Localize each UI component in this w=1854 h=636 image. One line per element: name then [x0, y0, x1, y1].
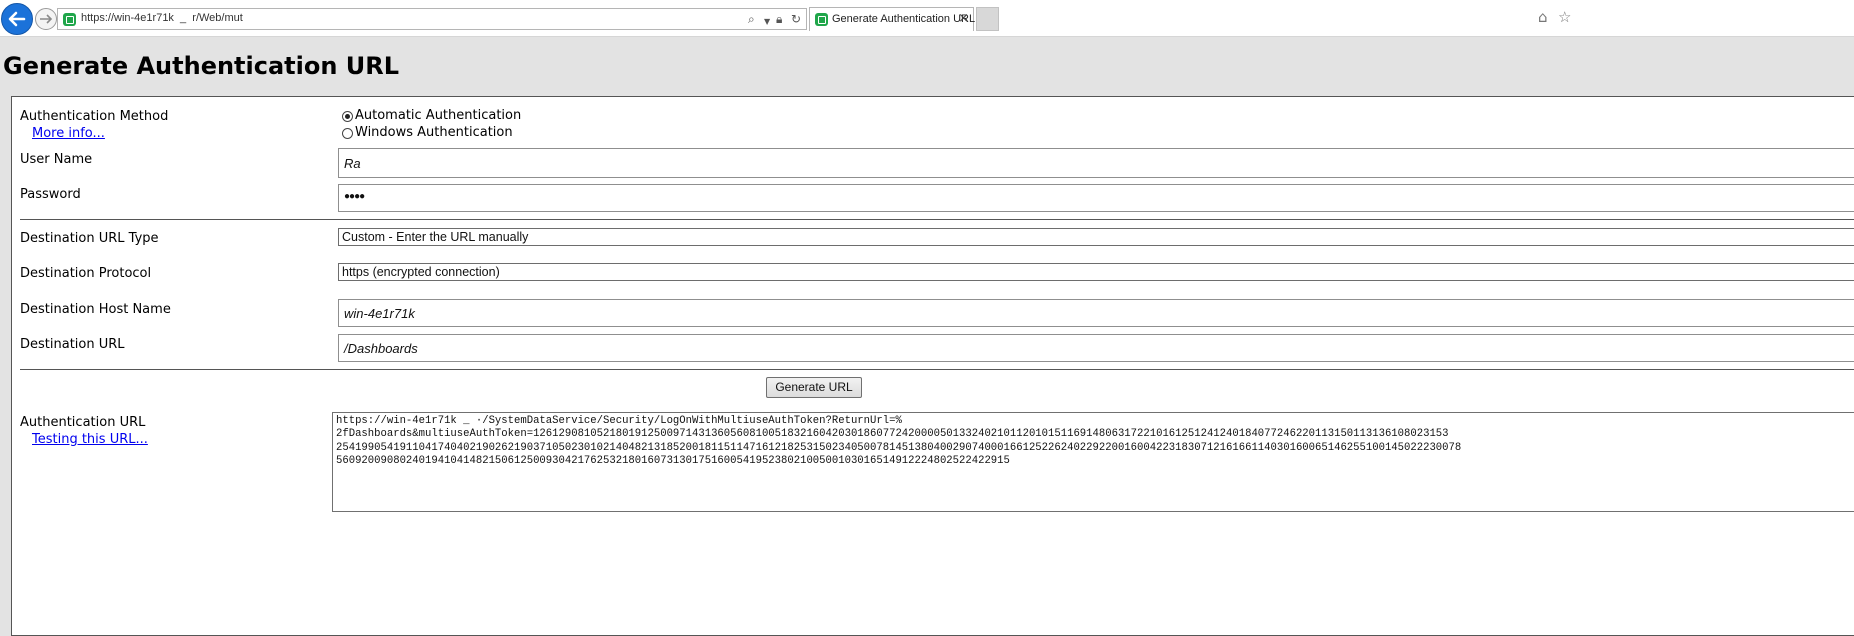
more-info-link[interactable]: More info...: [32, 126, 105, 141]
dest-host-value: win-4e1r71k: [344, 306, 415, 321]
auth-url-label: Authentication URL: [20, 415, 146, 430]
testing-url-link[interactable]: Testing this URL...: [32, 432, 148, 447]
star-icon[interactable]: ☆: [1558, 8, 1571, 26]
username-label: User Name: [20, 152, 93, 167]
back-button[interactable]: [1, 3, 33, 35]
password-value: ●●●●: [344, 191, 365, 202]
lock-icon[interactable]: 🔒︎: [776, 13, 782, 25]
address-url[interactable]: https://win-4e1r71k _ r/Web/mut: [81, 12, 243, 24]
forward-arrow-icon: [40, 14, 53, 24]
dest-protocol-label: Destination Protocol: [20, 266, 152, 281]
page-title: Generate Authentication URL: [3, 52, 400, 80]
windows-auth-label[interactable]: Windows Authentication: [355, 125, 513, 140]
back-arrow-icon: [8, 11, 26, 27]
dest-url-type-select[interactable]: Custom - Enter the URL manually: [338, 228, 1854, 246]
tab-generate-authentication-url[interactable]: Generate Authentication URL ×: [809, 7, 976, 31]
search-icon[interactable]: ⌕: [748, 13, 755, 25]
browser-toolbar: https://win-4e1r71k _ r/Web/mut ⌕ ▼ 🔒︎ ↻…: [0, 0, 1854, 37]
dest-host-field[interactable]: win-4e1r71k: [338, 299, 1854, 327]
auth-url-line: 2541990541911041740402190262190371050230…: [336, 441, 1462, 454]
home-icon[interactable]: ⌂: [1538, 8, 1548, 26]
dest-url-type-label: Destination URL Type: [20, 231, 159, 246]
dest-url-value: /Dashboards: [344, 341, 418, 356]
address-bar[interactable]: https://win-4e1r71k _ r/Web/mut ⌕ ▼ 🔒︎ ↻: [57, 8, 807, 30]
site-favicon-icon: [63, 13, 76, 26]
username-value: Ra: [344, 156, 361, 171]
auth-url-line: https://win-4e1r71k _ ·/SystemDataServic…: [336, 415, 902, 427]
new-tab-button[interactable]: [976, 7, 999, 31]
automatic-auth-radio[interactable]: [342, 111, 353, 122]
auth-url-value: https://win-4e1r71k _ ·/SystemDataServic…: [336, 415, 1854, 468]
auth-url-line: 2fDashboards&multiuseAuthToken=126129081…: [336, 428, 1449, 441]
close-icon[interactable]: ×: [958, 11, 969, 26]
divider: [20, 369, 1854, 370]
windows-auth-radio[interactable]: [342, 128, 353, 139]
dest-protocol-value: https (encrypted connection): [342, 265, 500, 279]
dest-url-type-value: Custom - Enter the URL manually: [342, 230, 529, 244]
dest-host-label: Destination Host Name: [20, 302, 171, 317]
automatic-auth-label[interactable]: Automatic Authentication: [355, 108, 521, 123]
tab-title: Generate Authentication URL: [832, 13, 976, 25]
forward-button[interactable]: [35, 8, 57, 30]
password-label: Password: [20, 187, 81, 202]
auth-url-textarea[interactable]: https://win-4e1r71k _ ·/SystemDataServic…: [332, 412, 1854, 512]
dropdown-icon[interactable]: ▼: [764, 16, 770, 28]
dest-url-field[interactable]: /Dashboards: [338, 334, 1854, 362]
refresh-icon[interactable]: ↻: [791, 13, 801, 25]
dest-url-label: Destination URL: [20, 337, 125, 352]
auth-url-line: 5609200908024019410414821506125009304217…: [336, 454, 1010, 467]
password-field[interactable]: ●●●●: [338, 184, 1854, 212]
generate-url-button[interactable]: Generate URL: [766, 377, 862, 398]
auth-method-label: Authentication Method: [20, 109, 169, 124]
dest-protocol-select[interactable]: https (encrypted connection): [338, 263, 1854, 281]
divider: [20, 219, 1854, 220]
tab-favicon-icon: [815, 13, 828, 26]
auth-url-form: Authentication Method More info... Autom…: [11, 96, 1854, 636]
username-field[interactable]: Ra: [338, 148, 1854, 178]
